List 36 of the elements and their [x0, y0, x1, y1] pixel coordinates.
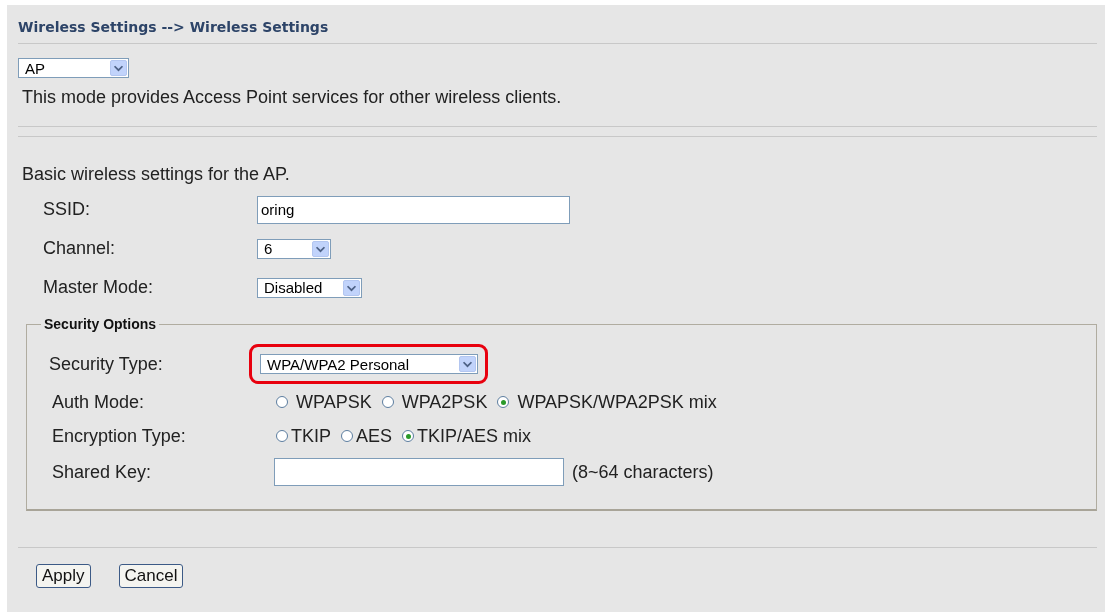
- radio-option[interactable]: TKIP/AES mix: [402, 425, 532, 447]
- panel-legend: Security Options: [41, 316, 160, 332]
- field-label: Master Mode:: [42, 277, 155, 298]
- page-title: Wireless Settings --> Wireless Settings: [18, 19, 330, 37]
- radio-button[interactable]: [341, 430, 353, 442]
- caret-icon: [459, 356, 476, 372]
- radio-option[interactable]: WPAPSK/WPA2PSK mix: [497, 391, 717, 413]
- dropdown[interactable]: 6: [257, 238, 331, 259]
- caret-icon: [343, 279, 360, 296]
- section-heading: Basic wireless settings for the AP.: [22, 164, 291, 185]
- dropdown[interactable]: WPA/WPA2 Personal: [260, 354, 478, 374]
- radio-button[interactable]: [402, 430, 415, 442]
- field-label: SSID:: [42, 199, 91, 220]
- radio-button[interactable]: [276, 430, 288, 442]
- radio-button[interactable]: [497, 396, 510, 408]
- shared-key-field[interactable]: [274, 458, 564, 486]
- caret-icon: [110, 60, 127, 76]
- radio-option[interactable]: AES: [341, 425, 393, 447]
- ssid-field[interactable]: oring: [257, 195, 570, 224]
- field-label: Shared Key:: [51, 461, 153, 483]
- radio-button[interactable]: [381, 396, 394, 408]
- field-label: Auth Mode:: [51, 391, 146, 413]
- apply-button[interactable]: Apply: [36, 564, 91, 588]
- radio-option[interactable]: WPAPSK: [276, 391, 372, 413]
- mode-description: This mode provides Access Point services for other wireless clients.: [22, 87, 563, 108]
- field-label: Security Type:: [48, 353, 164, 375]
- field-label: Channel:: [42, 238, 117, 259]
- dropdown[interactable]: Disabled: [257, 277, 362, 298]
- cancel-button[interactable]: Cancel: [118, 564, 184, 588]
- radio-option[interactable]: TKIP: [276, 425, 331, 447]
- dropdown[interactable]: AP: [18, 58, 129, 78]
- field-hint: (8~64 characters): [572, 461, 714, 483]
- radio-button[interactable]: [276, 396, 288, 408]
- radio-option[interactable]: WPA2PSK: [381, 391, 488, 413]
- field-label: Encryption Type:: [51, 425, 187, 447]
- caret-icon: [312, 240, 329, 257]
